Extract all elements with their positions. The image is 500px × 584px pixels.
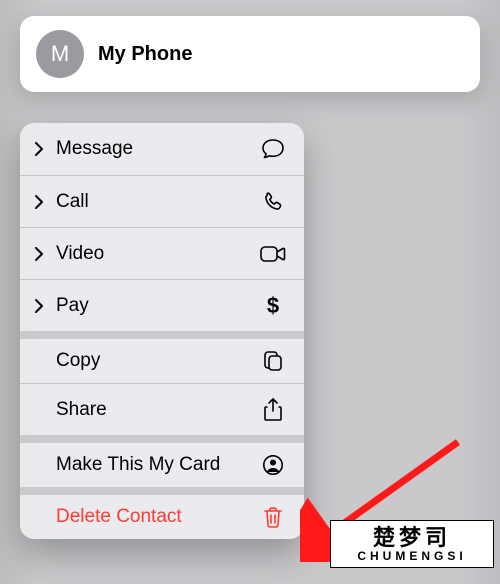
chevron-right-icon [34, 247, 52, 261]
chevron-right-icon [34, 299, 52, 313]
watermark-cn: 楚梦司 [373, 527, 451, 549]
menu-item-share[interactable]: Share [20, 383, 304, 435]
avatar-monogram: M [51, 41, 69, 67]
video-camera-icon [260, 245, 286, 263]
menu-item-video[interactable]: Video [20, 227, 304, 279]
menu-item-label: Message [56, 138, 260, 160]
menu-item-label: Delete Contact [56, 506, 260, 528]
menu-item-label: Call [56, 191, 260, 213]
avatar: M [36, 30, 84, 78]
dollar-icon: $ [260, 293, 286, 319]
message-bubble-icon [260, 138, 286, 160]
watermark-pinyin: CHUMENGSI [357, 550, 466, 562]
chevron-right-icon [34, 142, 52, 156]
menu-item-label: Share [56, 399, 260, 421]
menu-item-label: Video [56, 243, 260, 265]
copy-icon [260, 350, 286, 372]
menu-item-pay[interactable]: Pay $ [20, 279, 304, 331]
menu-item-delete-contact[interactable]: Delete Contact [20, 487, 304, 539]
menu-item-label: Copy [56, 350, 260, 372]
person-circle-icon [260, 454, 286, 476]
menu-item-my-card[interactable]: Make This My Card [20, 435, 304, 487]
menu-item-label: Make This My Card [56, 454, 260, 476]
menu-item-call[interactable]: Call [20, 175, 304, 227]
watermark: 楚梦司 CHUMENGSI [330, 520, 494, 568]
menu-item-label: Pay [56, 295, 260, 317]
contact-card[interactable]: M My Phone [20, 16, 480, 92]
trash-icon [260, 506, 286, 528]
context-menu: Message Call Video Pay $ Copy [20, 123, 304, 539]
chevron-right-icon [34, 195, 52, 209]
share-icon [260, 398, 286, 422]
contact-name: My Phone [98, 43, 192, 66]
menu-item-copy[interactable]: Copy [20, 331, 304, 383]
menu-item-message[interactable]: Message [20, 123, 304, 175]
phone-icon [260, 191, 286, 213]
